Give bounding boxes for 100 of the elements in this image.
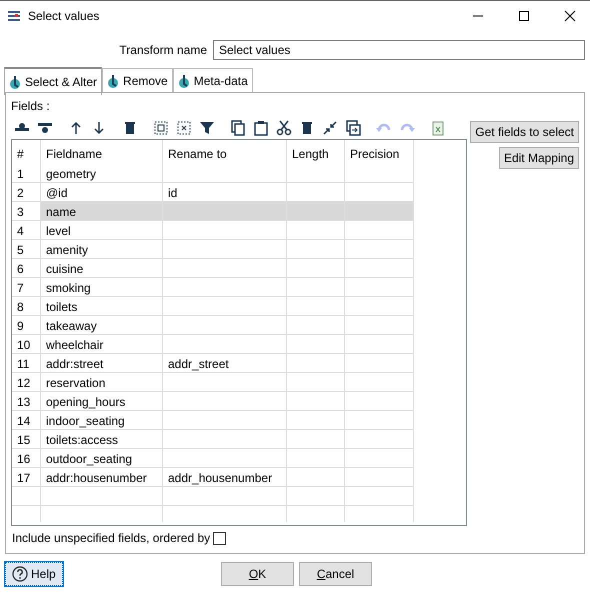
row-number: 10	[12, 335, 41, 354]
checkbox-label: Include unspecified fields, ordered by	[12, 531, 210, 545]
field-label: Transform name	[119, 43, 207, 57]
table-cell	[345, 240, 414, 259]
table-cell	[287, 316, 345, 335]
maximize-icon[interactable]	[518, 10, 530, 22]
name-field[interactable]: Select values	[213, 40, 585, 60]
table-cell	[345, 354, 414, 373]
clipboard-icon[interactable]	[253, 120, 269, 136]
table-cell	[345, 487, 414, 506]
row-number: 16	[12, 449, 41, 468]
cancel-button[interactable]: Cancel	[299, 562, 372, 586]
table-cell	[345, 430, 414, 449]
table-cell	[345, 297, 414, 316]
column-header[interactable]: Length	[287, 140, 345, 164]
table-cell: indoor_seating	[41, 411, 163, 430]
table-cell	[345, 335, 414, 354]
swap-icon[interactable]	[345, 120, 361, 136]
table-cell	[345, 278, 414, 297]
table-cell	[287, 259, 345, 278]
action-button[interactable]: Edit Mapping	[498, 147, 579, 169]
table-cell: level	[41, 221, 163, 240]
table-cell	[12, 487, 41, 506]
row-number: 3	[12, 202, 41, 221]
action-button[interactable]: Get fields to select	[470, 121, 579, 143]
tab[interactable]: Select & Alter	[4, 67, 102, 95]
filter-icon[interactable]	[199, 120, 215, 136]
table-cell: toilets:access	[41, 430, 163, 449]
table-cell: addr:street	[41, 354, 163, 373]
table-cell	[287, 354, 345, 373]
table-cell: cuisine	[41, 259, 163, 278]
column-header[interactable]: Precision	[345, 140, 414, 164]
table-cell	[287, 164, 345, 183]
delete-row-icon[interactable]	[37, 120, 53, 136]
table-cell	[287, 373, 345, 392]
row-number: 12	[12, 373, 41, 392]
help-button[interactable]: Help	[5, 562, 63, 586]
row-number: 1	[12, 164, 41, 183]
help-icon	[12, 566, 28, 582]
row-number: 8	[12, 297, 41, 316]
row-number: 9	[12, 316, 41, 335]
table-cell: toilets	[41, 297, 163, 316]
row-number: 7	[12, 278, 41, 297]
table-cell	[287, 411, 345, 430]
table-cell	[287, 278, 345, 297]
tab-icon	[178, 74, 190, 88]
table-cell	[345, 316, 414, 335]
row-number: 17	[12, 468, 41, 487]
select-all-icon[interactable]	[153, 120, 169, 136]
table-cell	[287, 430, 345, 449]
table-cell	[287, 297, 345, 316]
app-icon	[7, 8, 21, 22]
table-cell	[345, 373, 414, 392]
table-cell	[287, 449, 345, 468]
row-number: 15	[12, 430, 41, 449]
table-cell: addr_street	[163, 354, 287, 373]
column-header[interactable]: Rename to	[163, 140, 287, 164]
ok-button[interactable]: OK	[221, 562, 294, 586]
table-cell	[345, 164, 414, 183]
spreadsheet-icon[interactable]	[430, 120, 446, 136]
table-cell	[345, 202, 414, 221]
table-cell	[287, 335, 345, 354]
table-cell	[345, 259, 414, 278]
table-cell	[345, 221, 414, 240]
trash-icon[interactable]	[299, 120, 315, 136]
copy-icon[interactable]	[230, 120, 246, 136]
window-title: Select values	[28, 8, 100, 22]
table-cell: name	[41, 202, 163, 221]
table-cell: geometry	[41, 164, 163, 183]
tab[interactable]: Meta-data	[172, 68, 253, 93]
table-cell	[345, 468, 414, 487]
table-cell	[287, 487, 345, 506]
row-number: 5	[12, 240, 41, 259]
checkbox[interactable]	[213, 532, 226, 544]
row-number: 13	[12, 392, 41, 411]
table-cell	[345, 449, 414, 468]
trash-icon[interactable]	[122, 120, 138, 136]
table-cell: amenity	[41, 240, 163, 259]
scissors-icon[interactable]	[276, 120, 292, 136]
row-number: 11	[12, 354, 41, 373]
table-cell: wheelchair	[41, 335, 163, 354]
table-cell	[287, 221, 345, 240]
column-header[interactable]: Fieldname	[41, 140, 163, 164]
table-cell	[287, 392, 345, 411]
row-number: 4	[12, 221, 41, 240]
deselect-icon[interactable]	[176, 120, 192, 136]
table-cell	[287, 240, 345, 259]
table-cell	[287, 202, 345, 221]
table-cell: smoking	[41, 278, 163, 297]
table-cell: addr:housenumber	[41, 468, 163, 487]
table-cell: outdoor_seating	[41, 449, 163, 468]
row-number: 14	[12, 411, 41, 430]
close-icon[interactable]	[564, 10, 576, 22]
table-cell: addr_housenumber	[163, 468, 287, 487]
tab[interactable]: Remove	[102, 68, 173, 93]
collapse-icon[interactable]	[322, 120, 338, 136]
row-number: 2	[12, 183, 41, 202]
table-cell	[345, 392, 414, 411]
table-cell: takeaway	[41, 316, 163, 335]
table-cell: opening_hours	[41, 392, 163, 411]
